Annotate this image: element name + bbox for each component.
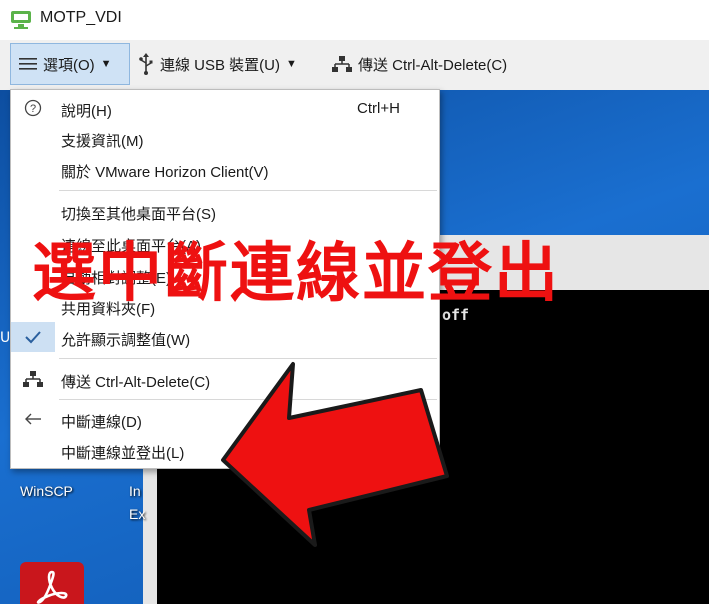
red-arrow-annotation	[221, 362, 449, 547]
chevron-down-icon: ▼	[286, 58, 297, 70]
options-menu-button[interactable]: 選項(O) ▼	[10, 43, 130, 85]
usb-icon	[139, 53, 153, 75]
menu-divider	[59, 358, 437, 359]
send-cad-label: 傳送 Ctrl-Alt-Delete(C)	[358, 56, 508, 74]
acrobat-reader-icon[interactable]	[20, 562, 84, 604]
network-icon	[23, 371, 43, 387]
desktop-icon-ie-label-2[interactable]: Ex	[129, 506, 145, 522]
vmware-horizon-icon	[11, 11, 31, 29]
chevron-down-icon: ▼	[100, 58, 112, 70]
hamburger-icon	[19, 58, 37, 70]
desktop-icon-ie-label-1[interactable]: In	[129, 483, 141, 499]
usb-label: 連線 USB 裝置(U)	[160, 56, 281, 74]
acrobat-logo-icon	[36, 570, 68, 604]
title-bar: MOTP_VDI	[0, 0, 709, 40]
window-title: MOTP_VDI	[40, 9, 122, 26]
network-icon	[332, 56, 352, 72]
options-label: 選項(O)	[43, 56, 95, 74]
back-arrow-icon	[25, 413, 41, 425]
check-icon	[25, 331, 41, 344]
help-icon: ?	[24, 99, 42, 117]
annotation-text: 選中斷連線並登出	[32, 237, 560, 311]
menu-item-allow-display-scaling[interactable]: 允許顯示調整值(W)	[11, 322, 439, 352]
shortcut-label: Ctrl+H	[357, 100, 400, 117]
menu-item-help[interactable]: ? 說明(H) Ctrl+H	[11, 93, 439, 123]
usb-connect-button[interactable]: 連線 USB 裝置(U) ▼	[138, 43, 297, 85]
send-ctrl-alt-delete-button[interactable]: 傳送 Ctrl-Alt-Delete(C)	[332, 43, 507, 85]
menu-item-support-info[interactable]: 支援資訊(M)	[11, 123, 439, 153]
toolbar: 選項(O) ▼ 連線 USB 裝置(U) ▼ 傳送 Ctrl-Alt-Delet…	[0, 40, 709, 90]
menu-item-about[interactable]: 關於 VMware Horizon Client(V)	[11, 154, 439, 184]
menu-divider	[59, 190, 437, 191]
desktop-icon-winscp[interactable]: WinSCP	[20, 483, 73, 499]
svg-text:?: ?	[30, 103, 36, 115]
